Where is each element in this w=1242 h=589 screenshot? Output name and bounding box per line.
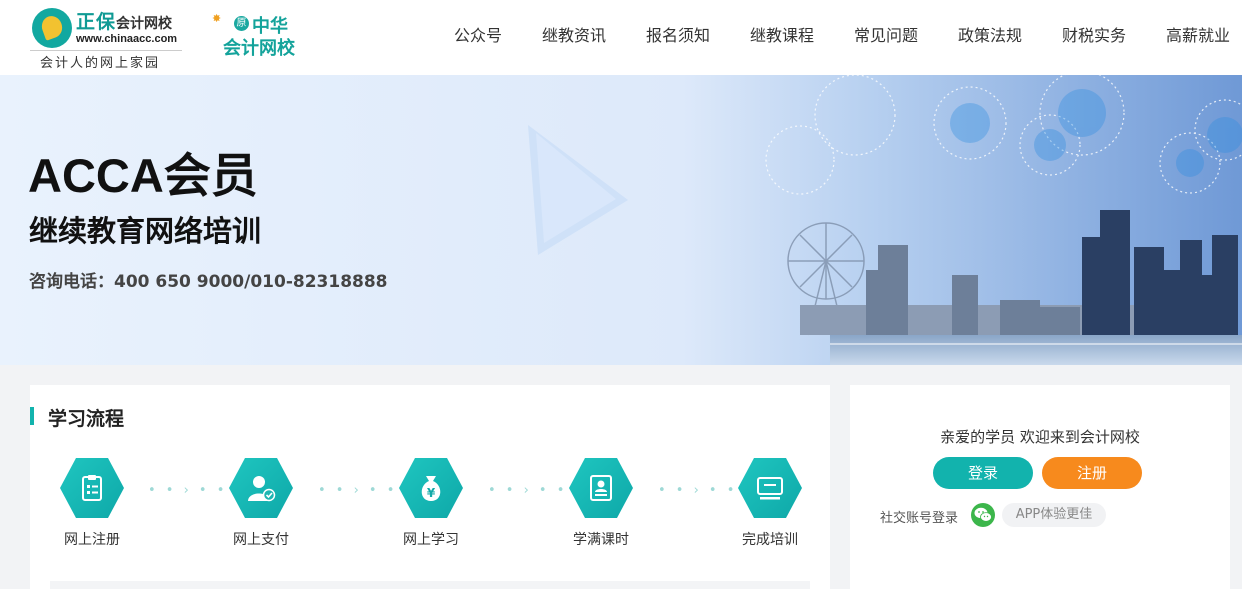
user-verified-icon — [248, 476, 276, 502]
step-hexagon — [738, 458, 802, 518]
certificate-icon — [590, 475, 612, 501]
logo-slogan: 会计人的网上家园 — [40, 56, 161, 71]
play-decoration-icon — [528, 125, 628, 255]
nav-item-courses[interactable]: 继教课程 — [750, 22, 814, 46]
wechat-login-button[interactable] — [971, 503, 995, 527]
banner-phone: 咨询电话：400 650 9000/010-82318888 — [29, 272, 388, 292]
learning-process-panel: 学习流程 网上注册 • • › • • 网上支付 • • › • • ¥ 网上学… — [30, 385, 830, 589]
hero-banner: ACCA会员 继续教育网络培训 咨询电话：400 650 9000/010-82… — [0, 75, 1242, 365]
step-study[interactable]: ¥ 网上学习 — [385, 458, 475, 553]
app-download-button[interactable]: APP体验更佳 — [1002, 503, 1106, 527]
welcome-text: 亲爱的学员 欢迎来到会计网校 — [940, 428, 1140, 446]
wechat-icon — [974, 507, 992, 522]
step-complete[interactable]: 完成培训 — [724, 458, 814, 553]
step-label: 网上注册 — [64, 532, 120, 548]
step-hours[interactable]: 学满课时 — [555, 458, 645, 553]
main-nav: 公众号 继教资讯 报名须知 继教课程 常见问题 政策法规 财税实务 高薪就业 — [0, 22, 1242, 46]
clipboard-icon — [82, 475, 102, 501]
nav-item-jobs[interactable]: 高薪就业 — [1166, 22, 1230, 46]
nav-item-policy[interactable]: 政策法规 — [958, 22, 1022, 46]
step-hexagon: ¥ — [399, 458, 463, 518]
nav-item-tax[interactable]: 财税实务 — [1062, 22, 1126, 46]
nav-item-news[interactable]: 继教资讯 — [542, 22, 606, 46]
step-register[interactable]: 网上注册 — [46, 458, 136, 553]
login-button[interactable]: 登录 — [933, 457, 1033, 489]
section-accent-bar — [30, 407, 34, 425]
step-hexagon — [569, 458, 633, 518]
logo-divider — [30, 50, 182, 51]
step-label: 网上支付 — [233, 532, 289, 548]
step-payment[interactable]: 网上支付 — [215, 458, 305, 553]
site-header: 正保会计网校 www.chinaacc.com 会计人的网上家园 ✸ 原 中华 … — [0, 0, 1242, 75]
nav-item-faq[interactable]: 常见问题 — [854, 22, 918, 46]
step-label: 学满课时 — [573, 532, 629, 548]
banner-subtitle: 继续教育网络培训 — [29, 214, 262, 248]
step-label: 完成培训 — [742, 532, 798, 548]
step-hexagon — [60, 458, 124, 518]
step-label: 网上学习 — [403, 532, 459, 548]
money-bag-icon: ¥ — [421, 476, 441, 501]
register-button[interactable]: 注册 — [1042, 457, 1142, 489]
svg-text:¥: ¥ — [427, 486, 436, 500]
section-title: 学习流程 — [48, 408, 125, 430]
account-panel: 亲爱的学员 欢迎来到会计网校 登录 注册 社交账号登录 APP体验更佳 — [850, 385, 1230, 589]
nav-item-registration-notice[interactable]: 报名须知 — [646, 22, 710, 46]
panel-footer-strip — [50, 581, 810, 589]
nav-item-gongzhonghao[interactable]: 公众号 — [454, 22, 502, 46]
social-login-label: 社交账号登录 — [880, 511, 959, 526]
monitor-icon — [757, 477, 783, 500]
step-hexagon — [229, 458, 293, 518]
banner-title: ACCA会员 — [28, 149, 258, 202]
